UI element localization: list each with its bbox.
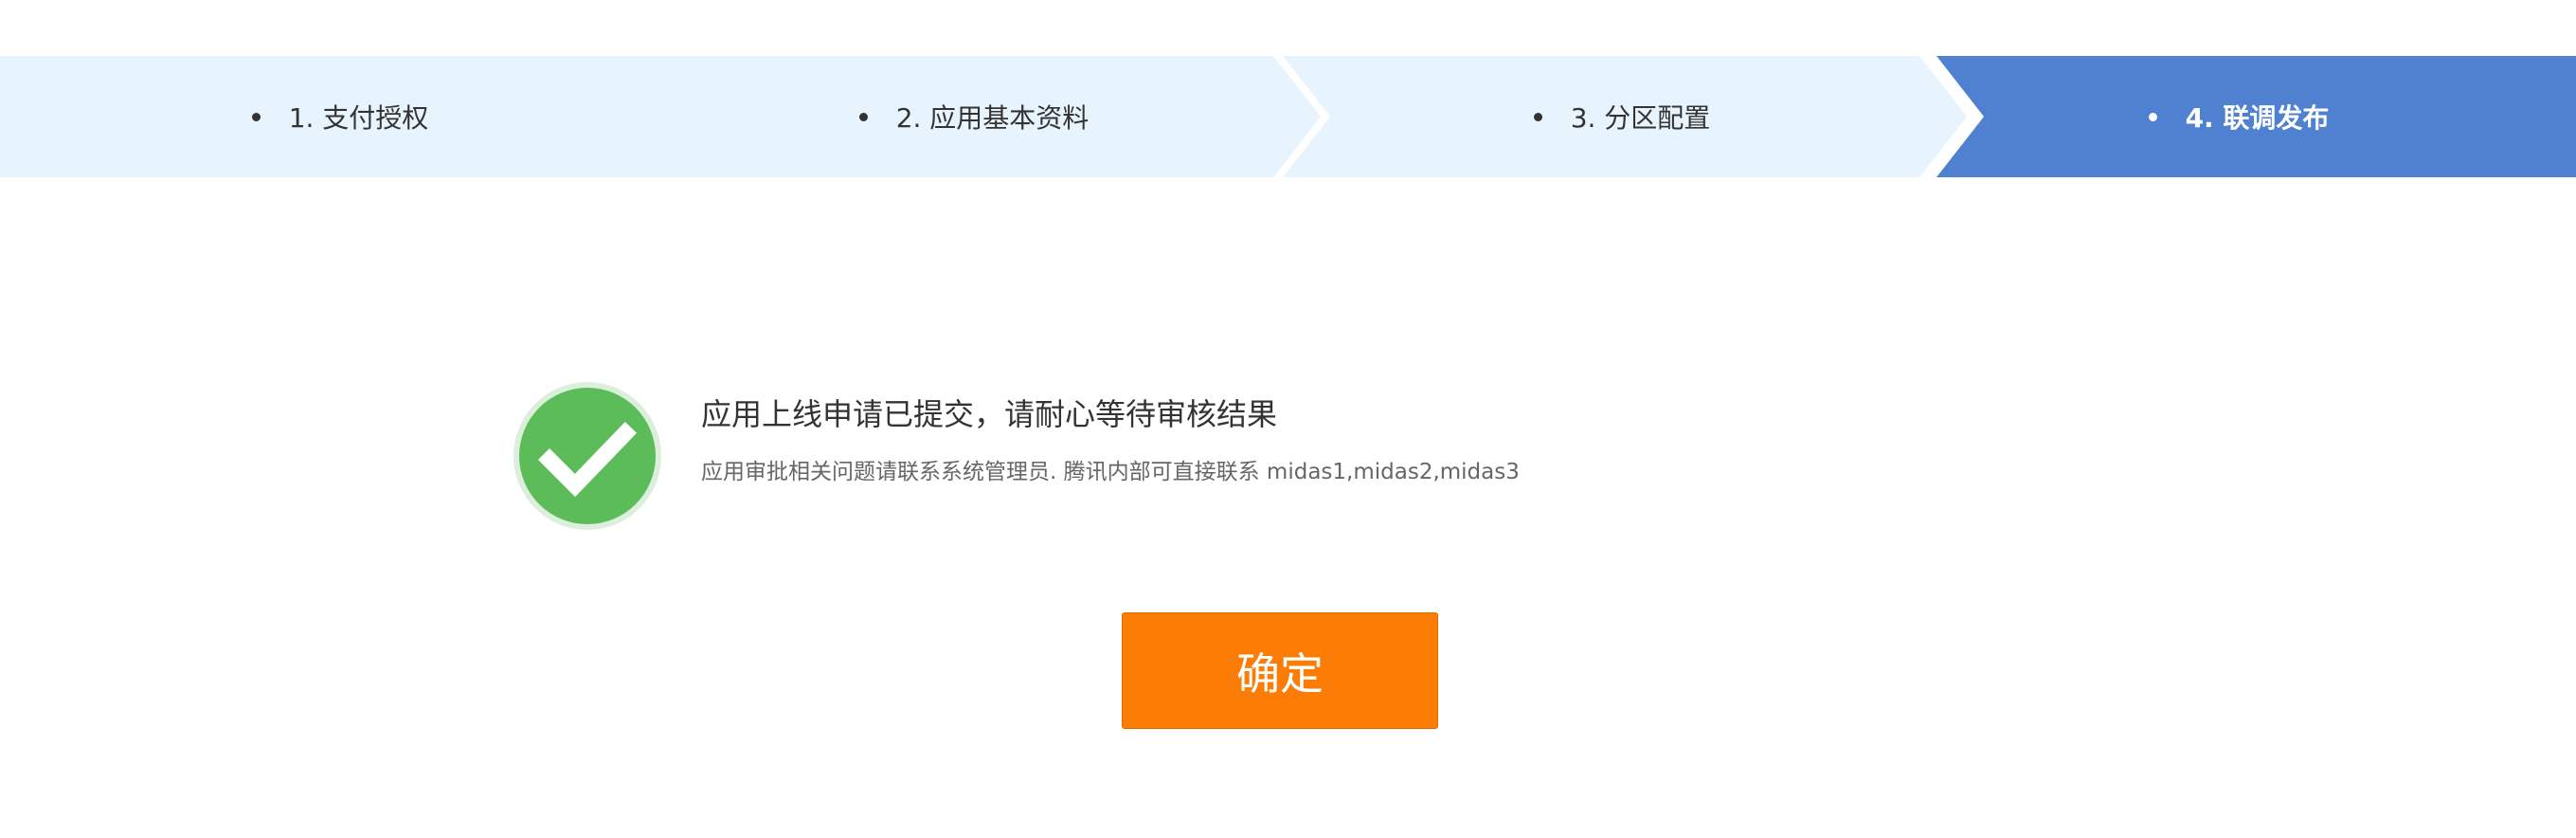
- step-label: 4. 联调发布: [2185, 102, 2330, 134]
- step-debug-publish: 4. 联调发布: [1937, 56, 2576, 177]
- step-label: 2. 应用基本资料: [895, 102, 1090, 134]
- result-title: 应用上线申请已提交，请耐心等待审核结果: [701, 396, 1278, 432]
- step-payment-auth: 1. 支付授权: [0, 56, 684, 177]
- bullet-icon: [858, 112, 868, 121]
- step-label: 1. 支付授权: [288, 102, 429, 134]
- bullet-icon: [1533, 112, 1542, 121]
- confirm-button[interactable]: 确定: [1122, 612, 1438, 729]
- bullet-icon: [2148, 112, 2157, 121]
- result-subtitle: 应用审批相关问题请联系系统管理员. 腾讯内部可直接联系 midas1,midas…: [701, 460, 1520, 484]
- check-circle-icon: [513, 382, 661, 530]
- step-label: 3. 分区配置: [1570, 102, 1711, 134]
- page: 1. 支付授权 2. 应用基本资料 3. 分区配置 4. 联调发布 应用上线申请…: [0, 0, 2576, 838]
- progress-steps: 1. 支付授权 2. 应用基本资料 3. 分区配置 4. 联调发布: [0, 56, 2576, 177]
- step-app-basic-info: 2. 应用基本资料: [637, 56, 1321, 177]
- bullet-icon: [251, 112, 261, 121]
- step-partition-config: 3. 分区配置: [1283, 56, 1967, 177]
